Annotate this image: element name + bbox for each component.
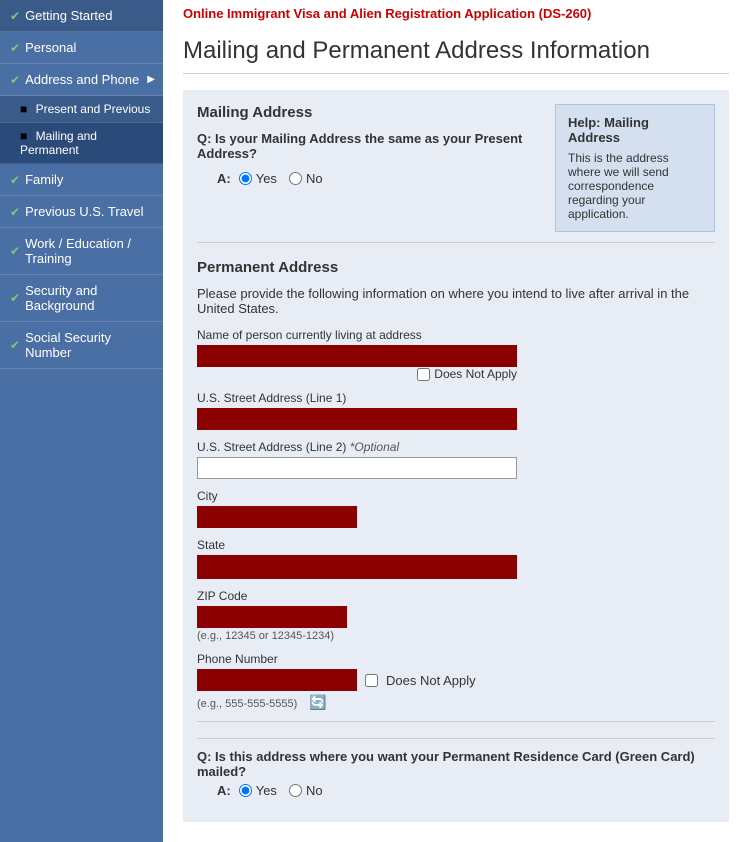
divider — [197, 242, 715, 243]
check-icon: ✔ — [10, 244, 20, 258]
name-does-not-apply-checkbox[interactable] — [417, 368, 430, 381]
mailing-question-row: Q: Is your Mailing Address the same as y… — [197, 131, 541, 161]
sidebar-item-label: Present and Previous — [36, 102, 151, 116]
check-icon: ✔ — [10, 338, 20, 352]
phone-does-not-apply-label: Does Not Apply — [386, 673, 476, 688]
main-content: Online Immigrant Visa and Alien Registra… — [163, 0, 749, 842]
mailing-left: Mailing Address Q: Is your Mailing Addre… — [197, 104, 541, 232]
app-title-link[interactable]: Online Immigrant Visa and Alien Registra… — [183, 0, 729, 27]
street1-label: U.S. Street Address (Line 1) — [197, 391, 715, 405]
sidebar-item-label: Mailing and Permanent — [20, 129, 97, 157]
mailing-no-label: No — [306, 171, 323, 186]
help-box-title: Help: Mailing Address — [568, 115, 702, 145]
street2-label: U.S. Street Address (Line 2) *Optional — [197, 440, 715, 454]
check-icon: ✔ — [10, 9, 20, 23]
state-select[interactable] — [197, 555, 517, 579]
mailing-section-title: Mailing Address — [197, 104, 541, 121]
name-does-not-apply-row: Does Not Apply — [197, 367, 517, 381]
sidebar-item-label: Address and Phone — [25, 72, 139, 87]
check-icon: ✔ — [10, 73, 20, 87]
mailing-yes-option[interactable]: Yes — [239, 171, 277, 186]
phone-label: Phone Number — [197, 652, 715, 666]
sidebar-item-family[interactable]: ✔ Family — [0, 164, 163, 196]
mailing-radio-group: Yes No — [239, 171, 323, 186]
city-input[interactable] — [197, 506, 357, 528]
name-field-label: Name of person currently living at addre… — [197, 328, 715, 342]
name-does-not-apply-label: Does Not Apply — [434, 367, 517, 381]
street2-optional-label: *Optional — [350, 440, 399, 454]
help-box: Help: Mailing Address This is the addres… — [555, 104, 715, 232]
sidebar-item-label: Family — [25, 172, 63, 187]
page-title: Mailing and Permanent Address Informatio… — [183, 37, 729, 74]
street1-input[interactable] — [197, 408, 517, 430]
mailing-no-option[interactable]: No — [289, 171, 323, 186]
sidebar-item-label: Security and Background — [25, 283, 153, 313]
sidebar-item-label: Personal — [25, 40, 76, 55]
street1-field-group: U.S. Street Address (Line 1) — [197, 391, 715, 430]
sidebar-item-present-previous[interactable]: ■ Present and Previous — [0, 96, 163, 123]
phone-hint: (e.g., 555-555-5555) — [197, 698, 297, 710]
divider-2 — [197, 721, 715, 722]
permanent-section-desc: Please provide the following information… — [197, 286, 715, 316]
sidebar-item-social-security[interactable]: ✔ Social Security Number — [0, 322, 163, 369]
name-input[interactable] — [197, 345, 517, 367]
phone-does-not-apply-checkbox[interactable] — [365, 674, 378, 687]
check-icon: ✔ — [10, 205, 20, 219]
city-field-group: City — [197, 489, 715, 528]
sidebar-item-previous-us-travel[interactable]: ✔ Previous U.S. Travel — [0, 196, 163, 228]
green-card-question: Q: Is this address where you want your P… — [197, 749, 715, 779]
phone-hint-row: (e.g., 555-555-5555) 🔄 — [197, 694, 715, 711]
sidebar-item-label: Previous U.S. Travel — [25, 204, 144, 219]
help-box-text: This is the address where we will send c… — [568, 151, 702, 221]
permanent-address-section: Permanent Address Please provide the fol… — [197, 259, 715, 798]
phone-refresh-icon[interactable]: 🔄 — [309, 694, 326, 711]
zip-input[interactable] — [197, 606, 347, 628]
check-icon: ✔ — [10, 41, 20, 55]
green-card-section: Q: Is this address where you want your P… — [197, 738, 715, 798]
answer-a-label: A: — [217, 171, 231, 186]
sidebar-item-label: Getting Started — [25, 8, 112, 23]
mailing-no-radio[interactable] — [289, 172, 302, 185]
check-icon: ✔ — [10, 173, 20, 187]
permanent-section-title: Permanent Address — [197, 259, 715, 276]
phone-row: Does Not Apply — [197, 669, 715, 691]
sidebar-item-label: Social Security Number — [25, 330, 153, 360]
zip-field-group: ZIP Code (e.g., 12345 or 12345-1234) — [197, 589, 715, 642]
sidebar-item-security-background[interactable]: ✔ Security and Background — [0, 275, 163, 322]
state-field-group: State — [197, 538, 715, 579]
bullet-icon: ■ — [20, 102, 27, 116]
mailing-address-section: Mailing Address Q: Is your Mailing Addre… — [197, 104, 715, 232]
state-label: State — [197, 538, 715, 552]
zip-hint: (e.g., 12345 or 12345-1234) — [197, 630, 715, 642]
mailing-yes-label: Yes — [256, 171, 277, 186]
chevron-right-icon: ▶ — [147, 74, 155, 85]
street2-input[interactable] — [197, 457, 517, 479]
sidebar-item-personal[interactable]: ✔ Personal — [0, 32, 163, 64]
mailing-question: Q: Is your Mailing Address the same as y… — [197, 131, 541, 161]
form-area: Mailing Address Q: Is your Mailing Addre… — [183, 90, 729, 822]
phone-input[interactable] — [197, 669, 357, 691]
sidebar: ✔ Getting Started ✔ Personal ✔ Address a… — [0, 0, 163, 842]
mailing-answer-row: A: Yes No — [217, 171, 541, 186]
sidebar-item-mailing-permanent[interactable]: ■ Mailing and Permanent — [0, 123, 163, 164]
city-label: City — [197, 489, 715, 503]
green-card-yes-radio[interactable] — [239, 784, 252, 797]
name-field-group: Name of person currently living at addre… — [197, 328, 715, 381]
phone-field-group: Phone Number Does Not Apply (e.g., 555-5… — [197, 652, 715, 711]
zip-label: ZIP Code — [197, 589, 715, 603]
sidebar-item-work-education[interactable]: ✔ Work / Education / Training — [0, 228, 163, 275]
sidebar-item-label: Work / Education / Training — [25, 236, 153, 266]
street2-field-group: U.S. Street Address (Line 2) *Optional — [197, 440, 715, 479]
bullet-icon: ■ — [20, 129, 27, 143]
green-card-no-radio[interactable] — [289, 784, 302, 797]
check-icon: ✔ — [10, 291, 20, 305]
sidebar-item-getting-started[interactable]: ✔ Getting Started — [0, 0, 163, 32]
sidebar-item-address-phone[interactable]: ✔ Address and Phone ▶ — [0, 64, 163, 96]
mailing-yes-radio[interactable] — [239, 172, 252, 185]
